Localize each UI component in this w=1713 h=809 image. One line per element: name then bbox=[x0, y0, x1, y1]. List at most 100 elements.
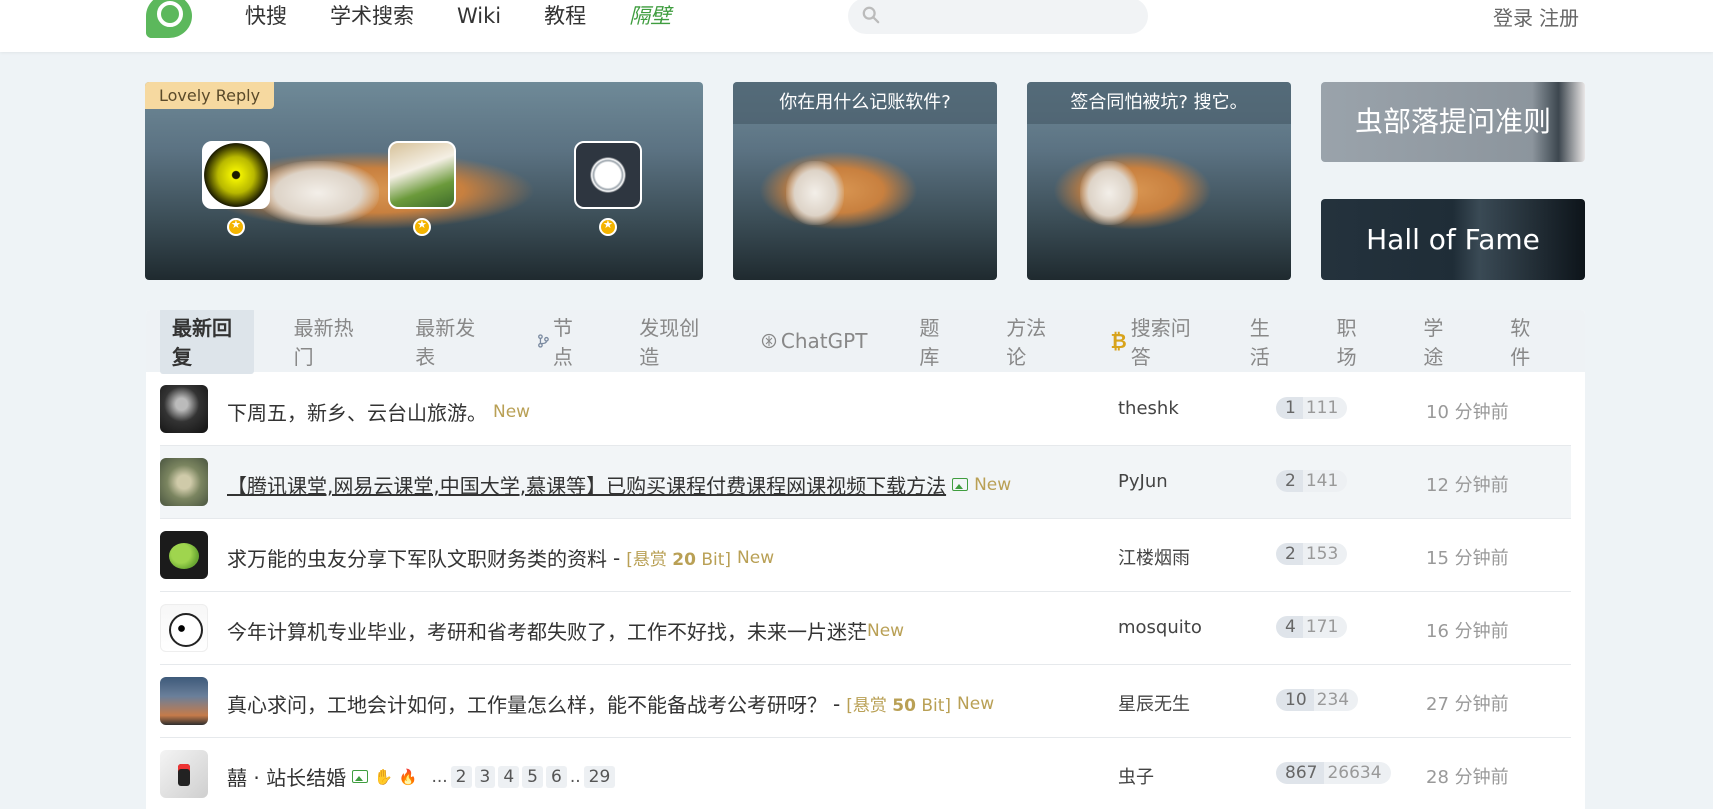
search-input[interactable] bbox=[848, 0, 1148, 34]
winner-avatar-2[interactable] bbox=[388, 141, 456, 209]
fire-icon: 🔥 bbox=[398, 767, 418, 786]
hall-of-fame-link[interactable]: Hall of Fame bbox=[1321, 199, 1585, 280]
tab-workplace[interactable]: 职场 bbox=[1325, 310, 1384, 374]
topic-title[interactable]: 真心求问，工地会计如何，工作量怎么样，能不能备战考公考研呀？ bbox=[227, 689, 827, 718]
topic-title[interactable]: 今年计算机专业毕业，考研和省考都失败了，工作不好找，未来一片迷茫 bbox=[227, 616, 867, 645]
site-logo[interactable] bbox=[146, 0, 192, 38]
reply-view-count: 2 141 bbox=[1276, 470, 1348, 492]
tab-label: 搜索问答 bbox=[1130, 316, 1191, 369]
tab-latest-replies[interactable]: 最新回复 bbox=[160, 310, 254, 374]
topic-title[interactable]: 【腾讯课堂,网易云课堂,中国大学,慕课等】已购买课程付费课程网课视频下载方法 bbox=[227, 470, 946, 499]
tab-latest-hot[interactable]: 最新热门 bbox=[282, 310, 376, 374]
topic-title[interactable]: 下周五，新乡、云台山旅游。 bbox=[227, 397, 487, 426]
page-link[interactable]: 29 bbox=[583, 765, 616, 788]
accounting-software-banner[interactable]: 你在用什么记账软件? bbox=[733, 82, 997, 280]
table-row[interactable]: 下周五，新乡、云台山旅游。 New theshk 1 111 10 分钟前 bbox=[160, 373, 1571, 446]
contract-banner[interactable]: 签合同怕被坑? 搜它。 bbox=[1027, 82, 1291, 280]
pagination: ... 2 3 4 5 6 .. 29 bbox=[431, 765, 616, 788]
topic-tabs: 最新回复 最新热门 最新发表 节点 发现创造 ChatGPT 题库 方法论 ₿ … bbox=[146, 310, 1585, 374]
tab-label: 职场 bbox=[1336, 316, 1357, 369]
table-row[interactable]: 今年计算机专业毕业，考研和省考都失败了，工作不好找，未来一片迷茫 New mos… bbox=[160, 592, 1571, 665]
tab-study[interactable]: 学途 bbox=[1411, 310, 1470, 374]
nav-academic-search[interactable]: 学术搜索 bbox=[330, 2, 414, 30]
view-count: 111 bbox=[1305, 398, 1339, 418]
topic-author[interactable]: 星辰无生 bbox=[1118, 690, 1190, 716]
avatar[interactable] bbox=[160, 385, 208, 433]
tab-label: 节点 bbox=[552, 316, 573, 369]
new-badge: New bbox=[493, 401, 531, 422]
topic-list-card: 最新回复 最新热门 最新发表 节点 发现创造 ChatGPT 题库 方法论 ₿ … bbox=[146, 310, 1585, 809]
main-nav: 快搜 学术搜索 Wiki 教程 隔壁 bbox=[245, 2, 714, 30]
bounty-suffix: Bit] bbox=[701, 550, 732, 570]
table-row[interactable]: 囍 · 站长结婚 ✋ 🔥 ... 2 3 4 5 6 .. 29 虫子 867 … bbox=[160, 738, 1571, 809]
page-link[interactable]: 6 bbox=[545, 765, 567, 788]
tab-software[interactable]: 软件 bbox=[1498, 310, 1557, 374]
reply-count: 2 bbox=[1276, 470, 1303, 492]
new-badge: New bbox=[957, 693, 995, 714]
topic-author[interactable]: theshk bbox=[1118, 398, 1179, 419]
topic-title[interactable]: 求万能的虫友分享下军队文职财务类的资料 bbox=[227, 543, 607, 572]
table-row[interactable]: 【腾讯课堂,网易云课堂,中国大学,慕课等】已购买课程付费课程网课视频下载方法 N… bbox=[160, 446, 1571, 519]
tab-question-bank[interactable]: 题库 bbox=[907, 310, 966, 374]
topic-author[interactable]: PyJun bbox=[1118, 471, 1168, 492]
view-count: 153 bbox=[1305, 544, 1339, 564]
bounty-amount: 50 bbox=[892, 696, 916, 716]
topic-time: 16 分钟前 bbox=[1426, 621, 1509, 642]
page-link[interactable]: 2 bbox=[450, 765, 472, 788]
avatar[interactable] bbox=[160, 458, 208, 506]
clap-icon: ✋ bbox=[374, 767, 393, 786]
topic-time: 28 分钟前 bbox=[1426, 767, 1509, 788]
page-link[interactable]: 5 bbox=[522, 765, 543, 788]
bounty-prefix: [悬赏 bbox=[846, 696, 887, 716]
pagination-ellipsis: ... bbox=[431, 766, 448, 787]
avatar[interactable] bbox=[160, 677, 208, 725]
view-count: 171 bbox=[1305, 617, 1339, 637]
bounty-suffix: Bit] bbox=[921, 696, 952, 716]
page-link[interactable]: 4 bbox=[498, 765, 520, 788]
topic-time: 27 分钟前 bbox=[1426, 694, 1509, 715]
reply-count: 1 bbox=[1276, 397, 1303, 419]
nav-wiki[interactable]: Wiki bbox=[457, 2, 501, 30]
medal-icon bbox=[413, 218, 431, 236]
tab-latest-posts[interactable]: 最新发表 bbox=[403, 310, 497, 374]
register-link[interactable]: 注册 bbox=[1539, 2, 1579, 31]
avatar[interactable] bbox=[160, 531, 208, 579]
pagination-ellipsis: .. bbox=[569, 766, 581, 787]
tab-search-qa[interactable]: ₿ 搜索问答 bbox=[1098, 310, 1209, 374]
login-link[interactable]: 登录 bbox=[1493, 2, 1533, 31]
tab-life[interactable]: 生活 bbox=[1238, 310, 1297, 374]
tab-methodology[interactable]: 方法论 bbox=[994, 310, 1070, 374]
page-link[interactable]: 3 bbox=[474, 765, 496, 788]
topic-author[interactable]: 虫子 bbox=[1118, 763, 1154, 789]
banner-caption: 签合同怕被坑? 搜它。 bbox=[1027, 82, 1291, 124]
table-row[interactable]: 求万能的虫友分享下军队文职财务类的资料 - [悬赏 20 Bit] New 江楼… bbox=[160, 519, 1571, 592]
top-header: 快搜 学术搜索 Wiki 教程 隔壁 登录 注册 bbox=[0, 0, 1713, 52]
auth-links: 登录 注册 bbox=[1493, 2, 1579, 31]
tab-discover-create[interactable]: 发现创造 bbox=[627, 310, 721, 374]
avatar[interactable] bbox=[160, 604, 208, 652]
topic-author[interactable]: mosquito bbox=[1118, 617, 1202, 638]
table-row[interactable]: 真心求问，工地会计如何，工作量怎么样，能不能备战考公考研呀？ - [悬赏 50 … bbox=[160, 665, 1571, 738]
separator: - bbox=[833, 691, 841, 716]
tab-chatgpt[interactable]: ChatGPT bbox=[749, 325, 880, 357]
topic-time: 10 分钟前 bbox=[1426, 402, 1509, 423]
nav-tutorial[interactable]: 教程 bbox=[544, 2, 586, 30]
avatar[interactable] bbox=[160, 750, 208, 798]
tab-nodes[interactable]: 节点 bbox=[525, 310, 599, 374]
nav-kuaisou[interactable]: 快搜 bbox=[245, 2, 287, 30]
winner-avatar-3[interactable] bbox=[574, 141, 642, 209]
nav-next-door[interactable]: 隔壁 bbox=[629, 2, 671, 30]
search-icon bbox=[862, 6, 880, 24]
lovely-reply-banner[interactable]: Lovely Reply bbox=[145, 82, 703, 280]
tab-label: 发现创造 bbox=[639, 316, 700, 369]
view-count: 26634 bbox=[1327, 763, 1382, 783]
topic-title[interactable]: 囍 · 站长结婚 bbox=[227, 762, 346, 791]
topic-author[interactable]: 江楼烟雨 bbox=[1118, 544, 1190, 570]
question-rules-link[interactable]: 虫部落提问准则 bbox=[1321, 82, 1585, 162]
bounty-amount: 20 bbox=[672, 550, 696, 570]
winner-avatar-1[interactable] bbox=[202, 141, 270, 209]
bitcoin-icon: ₿ bbox=[1110, 328, 1127, 353]
reply-view-count: 2 153 bbox=[1276, 543, 1348, 565]
new-badge: New bbox=[974, 474, 1012, 495]
tab-label: 方法论 bbox=[1006, 316, 1047, 369]
